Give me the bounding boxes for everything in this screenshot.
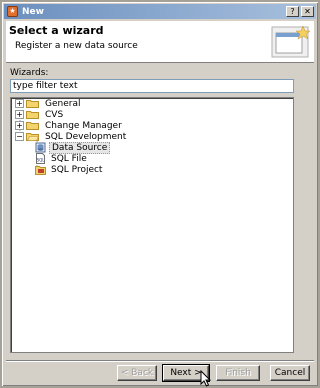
sql-file-icon: SQL <box>36 153 46 164</box>
page-title: Select a wizard <box>9 24 104 37</box>
tree-item-sql-file[interactable]: SQL SQL File <box>35 153 89 164</box>
tree-item-label: SQL Development <box>45 131 127 142</box>
tree-item-label: General <box>45 98 81 109</box>
tree-item-data-source[interactable]: Data Source <box>35 141 111 154</box>
tree-item-label: CVS <box>45 109 64 120</box>
finish-button[interactable]: Finish <box>216 365 260 381</box>
next-button[interactable]: Next > <box>162 364 210 382</box>
wizard-banner-icon <box>271 25 310 58</box>
back-button[interactable]: < Back <box>117 365 157 381</box>
tree-item-label: SQL File <box>51 153 87 164</box>
tree-item-label: Data Source <box>49 141 111 154</box>
collapse-icon[interactable]: − <box>15 132 24 141</box>
filter-input[interactable] <box>10 79 294 93</box>
tree-item-label: Change Manager <box>45 120 122 131</box>
page-description: Register a new data source <box>15 41 138 51</box>
cancel-button[interactable]: Cancel <box>270 365 310 381</box>
expand-icon[interactable]: + <box>15 99 24 108</box>
open-folder-icon <box>26 133 39 141</box>
tree-item-label: SQL Project <box>51 164 103 175</box>
expand-icon[interactable]: + <box>15 110 24 119</box>
tree-item-sql-development[interactable]: − SQL Development <box>15 131 128 142</box>
svg-text:SQL: SQL <box>37 158 46 163</box>
close-button[interactable]: ✕ <box>301 6 314 17</box>
folder-icon <box>26 111 39 119</box>
tree-item-cvs[interactable]: + CVS <box>15 109 65 120</box>
folder-icon <box>26 100 39 108</box>
wizard-tree[interactable]: + General + CVS + Change Manager − SQL D… <box>10 97 294 353</box>
tree-item-change-manager[interactable]: + Change Manager <box>15 120 124 131</box>
app-icon: ★ <box>7 6 18 17</box>
tree-item-sql-project[interactable]: SQL Project <box>35 164 104 175</box>
expand-icon[interactable]: + <box>15 121 24 130</box>
folder-icon <box>26 122 39 130</box>
sql-project-icon <box>35 166 46 175</box>
wizard-header: Select a wizard Register a new data sour… <box>6 21 314 63</box>
tree-item-general[interactable]: + General <box>15 98 82 109</box>
window-title: New <box>22 6 44 17</box>
help-button[interactable]: ? <box>286 6 299 17</box>
new-wizard-window: ★ New ? ✕ Select a wizard Register a new… <box>0 0 320 388</box>
wizards-label: Wizards: <box>10 68 49 78</box>
title-bar[interactable]: ★ New ? ✕ <box>4 4 316 19</box>
button-separator <box>6 360 314 362</box>
data-source-icon <box>35 142 46 153</box>
